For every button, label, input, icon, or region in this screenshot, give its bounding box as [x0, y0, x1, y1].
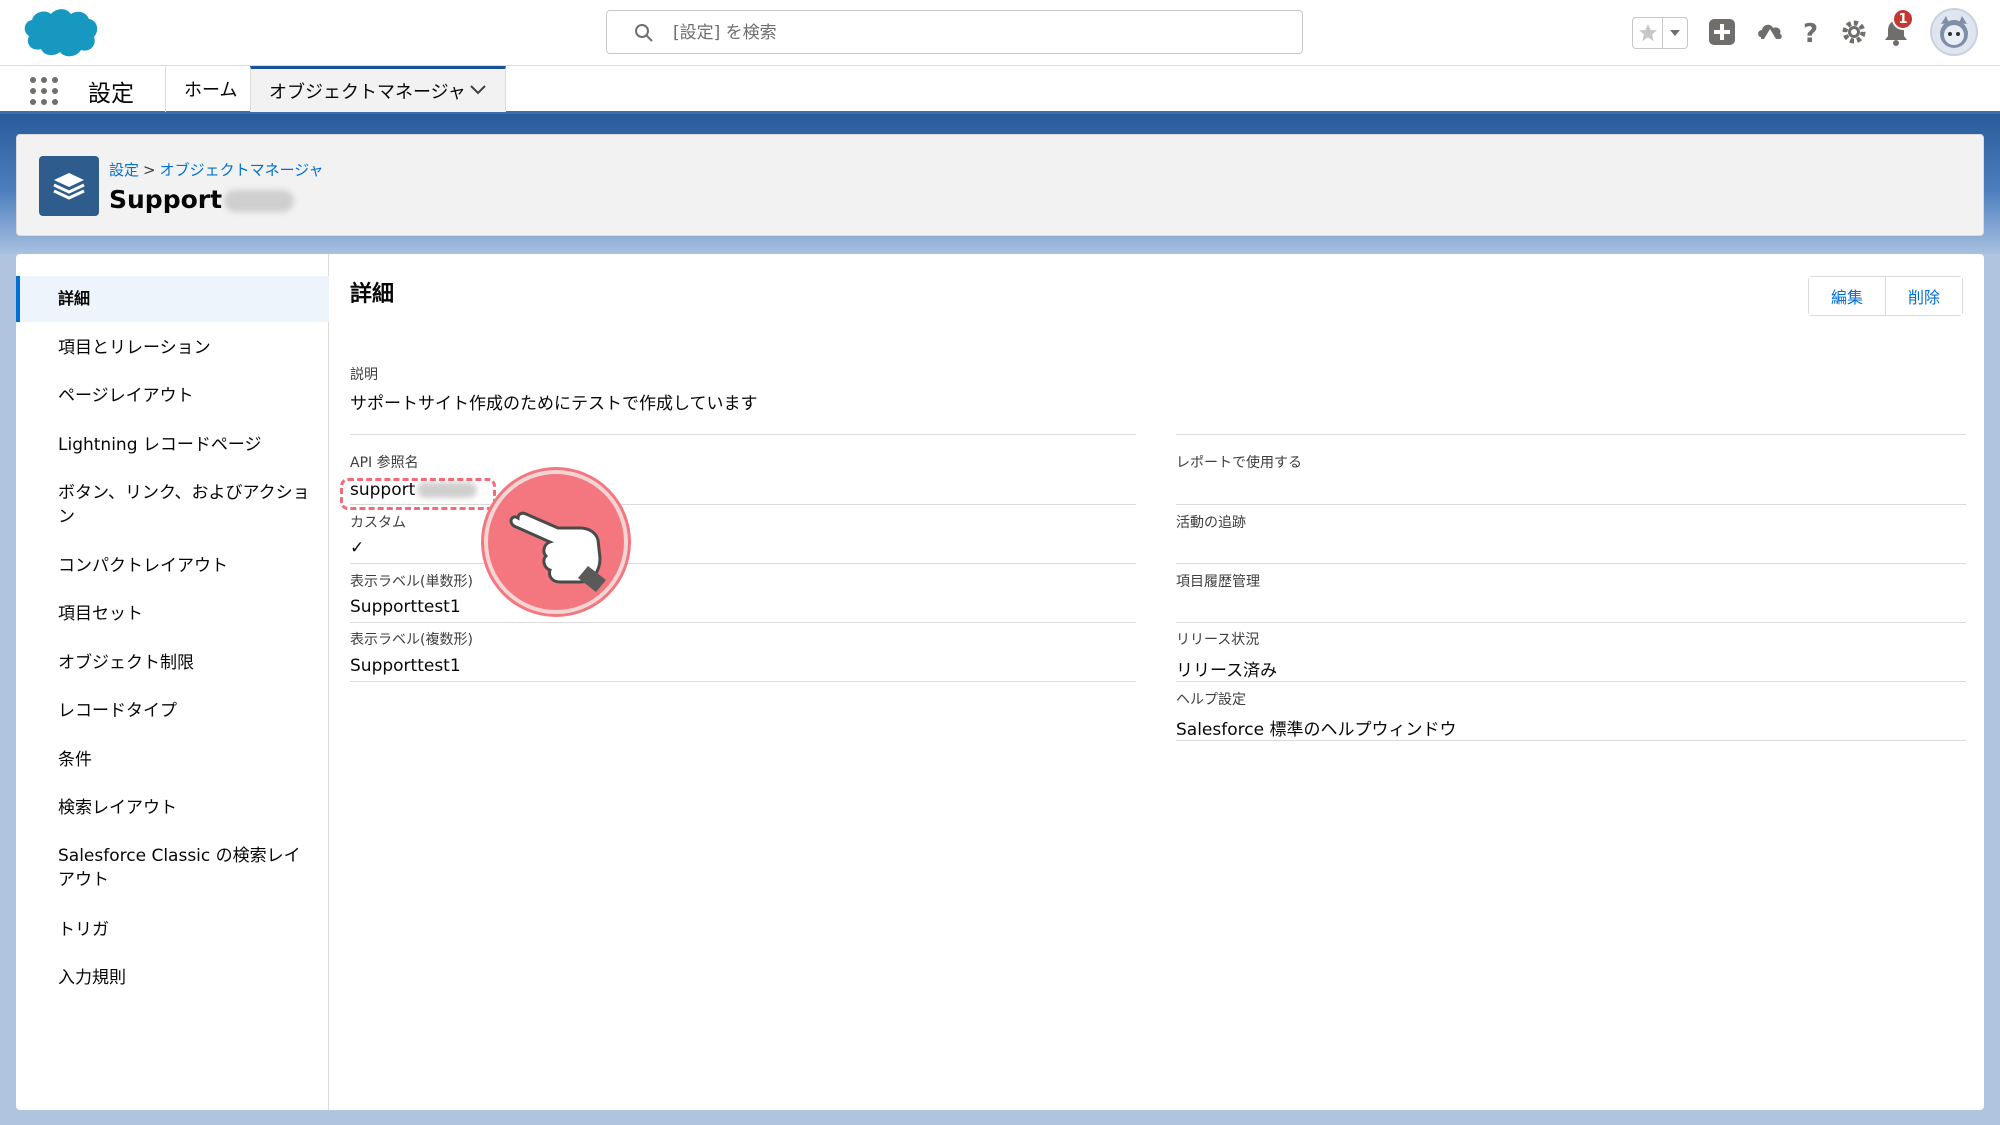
pointing-hand-icon [484, 470, 628, 614]
divider [350, 563, 1136, 564]
app-launcher-icon[interactable] [28, 75, 60, 107]
sidebar-item-lightning-pages[interactable]: Lightning レコードページ [16, 433, 329, 457]
sidebar-item-label: 入力規則 [58, 968, 126, 988]
sidebar-item-validation-rules[interactable]: 入力規則 [16, 966, 329, 990]
sidebar-item-page-layouts[interactable]: ページレイアウト [16, 384, 329, 408]
sidebar-item-label: レコードタイプ [58, 701, 177, 721]
divider [1176, 622, 1966, 623]
divider [350, 622, 1136, 623]
chevron-down-icon[interactable] [1663, 28, 1687, 38]
page-header: 設定 > オブジェクトマネージャ Support [16, 134, 1984, 236]
divider [350, 434, 1136, 435]
search-box[interactable] [606, 10, 1303, 54]
salesforce-logo[interactable] [18, 6, 98, 60]
sidebar-item-details[interactable]: 詳細 [16, 276, 329, 322]
divider [1176, 434, 1966, 435]
breadcrumb-setup[interactable]: 設定 [109, 161, 139, 179]
stack-icon [39, 156, 99, 216]
sidebar-item-buttons-links[interactable]: ボタン、リンク、およびアクション [16, 481, 316, 529]
detail-content: 詳細 編集 削除 説明 サポートサイト作成のためにテストで作成しています API… [350, 254, 1970, 1110]
divider [350, 681, 1136, 682]
tab-object-manager-label: オブジェクトマネージャ [269, 81, 466, 103]
page-title: Support [109, 185, 295, 214]
sidebar-item-object-limits[interactable]: オブジェクト制限 [16, 651, 329, 675]
breadcrumb-object-manager[interactable]: オブジェクトマネージャ [160, 161, 324, 179]
sidebar-item-label: 検索レイアウト [58, 798, 177, 818]
add-icon[interactable] [1706, 14, 1738, 50]
plural-label-label: 表示ラベル(複数形) [350, 632, 473, 648]
plural-label-value: Supporttest1 [350, 656, 461, 676]
divider [1176, 740, 1966, 741]
sidebar: 詳細 項目とリレーション ページレイアウト Lightning レコードページ … [16, 254, 329, 1110]
divider [1176, 681, 1966, 682]
singular-label-label: 表示ラベル(単数形) [350, 574, 473, 590]
help-settings-label: ヘルプ設定 [1176, 692, 1246, 708]
deployment-status-label: リリース状況 [1176, 632, 1260, 648]
sidebar-item-record-types[interactable]: レコードタイプ [16, 699, 329, 723]
check-icon: ✓ [350, 538, 365, 558]
sidebar-item-classic-search-layouts[interactable]: Salesforce Classic の検索レイアウト [16, 844, 316, 892]
allow-reports-label: レポートで使用する [1176, 455, 1302, 471]
singular-label-value: Supporttest1 [350, 597, 461, 617]
description-label: 説明 [350, 367, 378, 383]
sidebar-item-triggers[interactable]: トリガ [16, 918, 329, 942]
sidebar-item-label: トリガ [58, 920, 109, 940]
nav-divider [165, 66, 166, 112]
svg-text:?: ? [1803, 19, 1818, 46]
track-activities-label: 活動の追跡 [1176, 515, 1246, 531]
action-button-group: 編集 削除 [1808, 276, 1964, 316]
redacted-blur [224, 190, 295, 212]
edit-button[interactable]: 編集 [1809, 277, 1886, 315]
custom-label: カスタム [350, 515, 406, 531]
sidebar-item-fields[interactable]: 項目とリレーション [16, 336, 329, 360]
main-panel: 詳細 項目とリレーション ページレイアウト Lightning レコードページ … [16, 254, 1984, 1110]
gear-icon[interactable] [1838, 14, 1870, 50]
divider [1176, 504, 1966, 505]
sidebar-item-label: ボタン、リンク、およびアクション [58, 483, 310, 527]
delete-button[interactable]: 削除 [1885, 277, 1963, 315]
sidebar-item-label: 項目セット [58, 604, 143, 624]
avatar[interactable] [1930, 8, 1978, 56]
divider [1176, 563, 1966, 564]
sidebar-item-label: コンパクトレイアウト [58, 556, 228, 576]
sidebar-item-compact-layouts[interactable]: コンパクトレイアウト [16, 554, 329, 578]
deployment-status-value: リリース済み [1176, 661, 1278, 681]
help-settings-value: Salesforce 標準のヘルプウィンドウ [1176, 720, 1457, 740]
sidebar-item-label: オブジェクト制限 [58, 653, 194, 673]
chevron-down-icon[interactable] [469, 83, 487, 97]
highlight-box [340, 478, 496, 510]
sidebar-item-conditions[interactable]: 条件 [16, 748, 329, 772]
star-icon[interactable] [1633, 18, 1663, 48]
tab-home-label: ホーム [184, 80, 238, 101]
search-input[interactable] [673, 19, 1273, 47]
breadcrumb-separator: > [143, 161, 156, 179]
sidebar-item-label: 詳細 [58, 289, 91, 308]
sidebar-item-search-layouts[interactable]: 検索レイアウト [16, 796, 329, 820]
app-name: 設定 [88, 81, 134, 107]
sidebar-item-label: Lightning レコードページ [58, 435, 262, 455]
sidebar-item-label: 条件 [58, 750, 92, 770]
page-title-text: Support [109, 185, 223, 214]
sidebar-item-label: 項目とリレーション [58, 338, 211, 358]
global-header: ? 1 [0, 0, 2000, 66]
sidebar-item-label: Salesforce Classic の検索レイアウト [58, 846, 301, 890]
app-nav-bar: 設定 ホーム オブジェクトマネージャ [0, 66, 2000, 114]
sidebar-item-field-sets[interactable]: 項目セット [16, 602, 329, 626]
description-value: サポートサイト作成のためにテストで作成しています [350, 394, 758, 414]
detail-title: 詳細 [350, 282, 395, 307]
tab-home[interactable]: ホーム [184, 66, 237, 112]
field-history-label: 項目履歴管理 [1176, 574, 1260, 590]
help-icon[interactable]: ? [1796, 14, 1826, 50]
favorites-group[interactable] [1632, 17, 1688, 49]
search-icon [635, 24, 653, 42]
trailhead-icon[interactable] [1752, 14, 1788, 50]
notification-badge: 1 [1892, 8, 1914, 30]
tab-object-manager[interactable]: オブジェクトマネージャ [250, 66, 506, 112]
api-name-label: API 参照名 [350, 455, 419, 471]
breadcrumb: 設定 > オブジェクトマネージャ [109, 159, 324, 180]
sidebar-item-label: ページレイアウト [58, 386, 194, 406]
